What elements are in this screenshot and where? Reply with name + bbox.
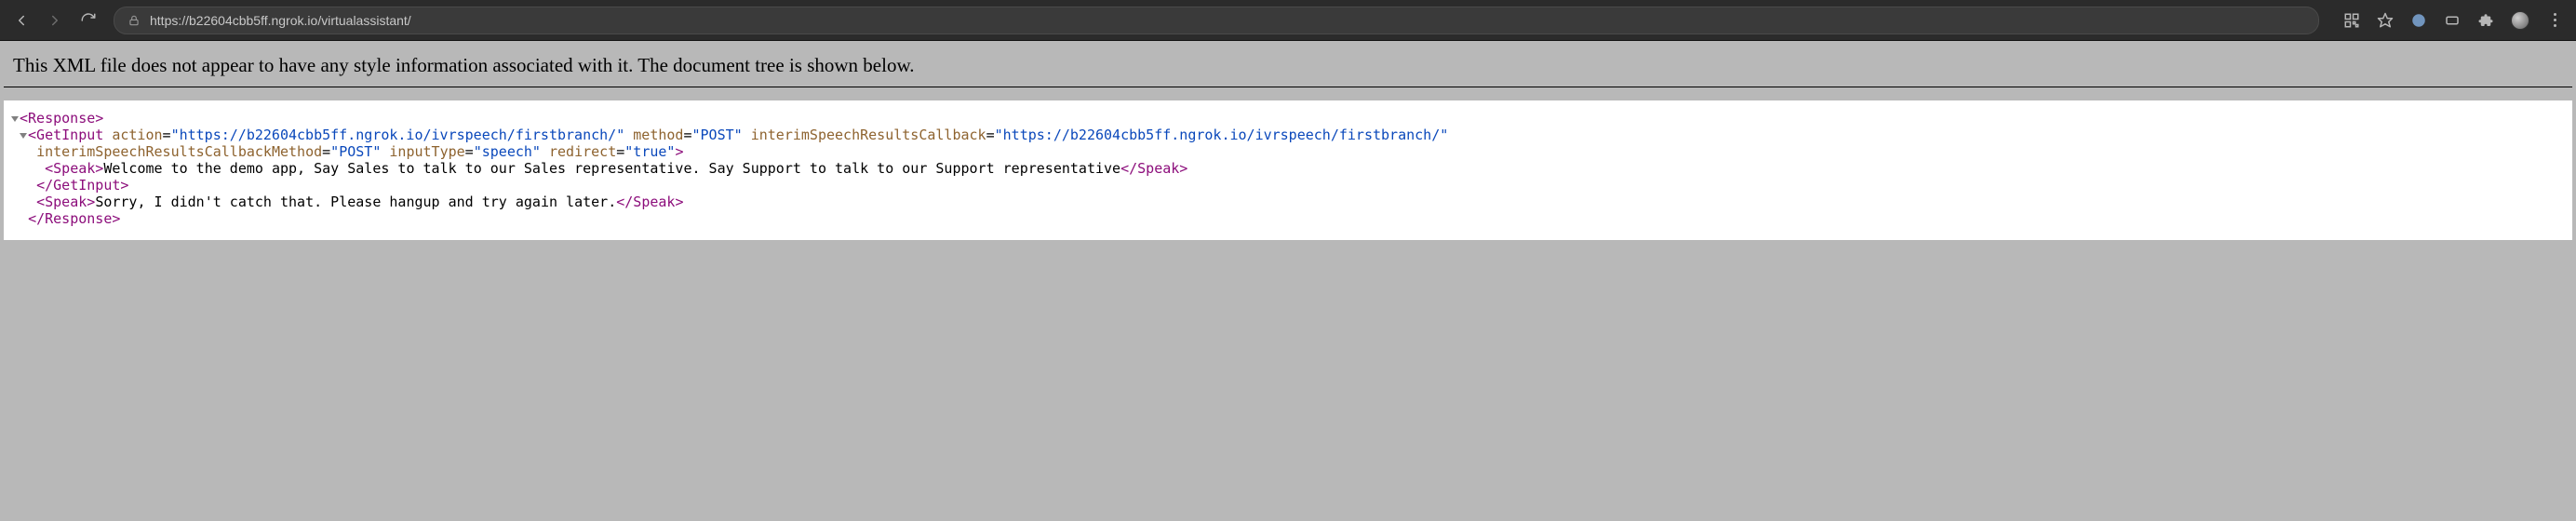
xml-root-close: </Response> bbox=[11, 210, 2565, 227]
disclosure-triangle-icon[interactable] bbox=[11, 116, 19, 122]
star-icon[interactable] bbox=[2377, 12, 2394, 29]
xml-speak-2: <Speak>Sorry, I didn't catch that. Pleas… bbox=[11, 194, 2565, 210]
lock-icon bbox=[127, 14, 141, 27]
address-bar[interactable]: https://b22604cbb5ff.ngrok.io/virtualass… bbox=[114, 7, 2319, 34]
forward-button[interactable] bbox=[47, 12, 63, 29]
extension-b-icon[interactable] bbox=[2444, 12, 2461, 29]
extension-a-icon[interactable] bbox=[2410, 12, 2427, 29]
reload-button[interactable] bbox=[80, 12, 97, 29]
xml-getinput-close: </GetInput> bbox=[11, 177, 2565, 194]
xml-getinput-open[interactable]: <GetInput action="https://b22604cbb5ff.n… bbox=[11, 127, 2565, 143]
xml-getinput-open-line2: interimSpeechResultsCallbackMethod="POST… bbox=[11, 143, 2565, 160]
xml-speak-1: <Speak>Welcome to the demo app, Say Sale… bbox=[11, 160, 2565, 177]
xml-notice: This XML file does not appear to have an… bbox=[4, 41, 2572, 87]
qr-icon[interactable] bbox=[2343, 12, 2360, 29]
back-button[interactable] bbox=[13, 12, 30, 29]
xml-tree: <Response> <GetInput action="https://b22… bbox=[4, 100, 2572, 240]
url-text: https://b22604cbb5ff.ngrok.io/virtualass… bbox=[150, 13, 411, 28]
profile-avatar[interactable] bbox=[2511, 11, 2529, 30]
page-body: This XML file does not appear to have an… bbox=[0, 41, 2576, 521]
toolbar-right bbox=[2343, 11, 2563, 30]
xml-root-open[interactable]: <Response> bbox=[11, 110, 2565, 127]
kebab-menu-icon[interactable] bbox=[2546, 12, 2563, 29]
disclosure-triangle-icon[interactable] bbox=[20, 133, 27, 139]
browser-toolbar: https://b22604cbb5ff.ngrok.io/virtualass… bbox=[0, 0, 2576, 41]
extensions-puzzle-icon[interactable] bbox=[2477, 12, 2494, 29]
